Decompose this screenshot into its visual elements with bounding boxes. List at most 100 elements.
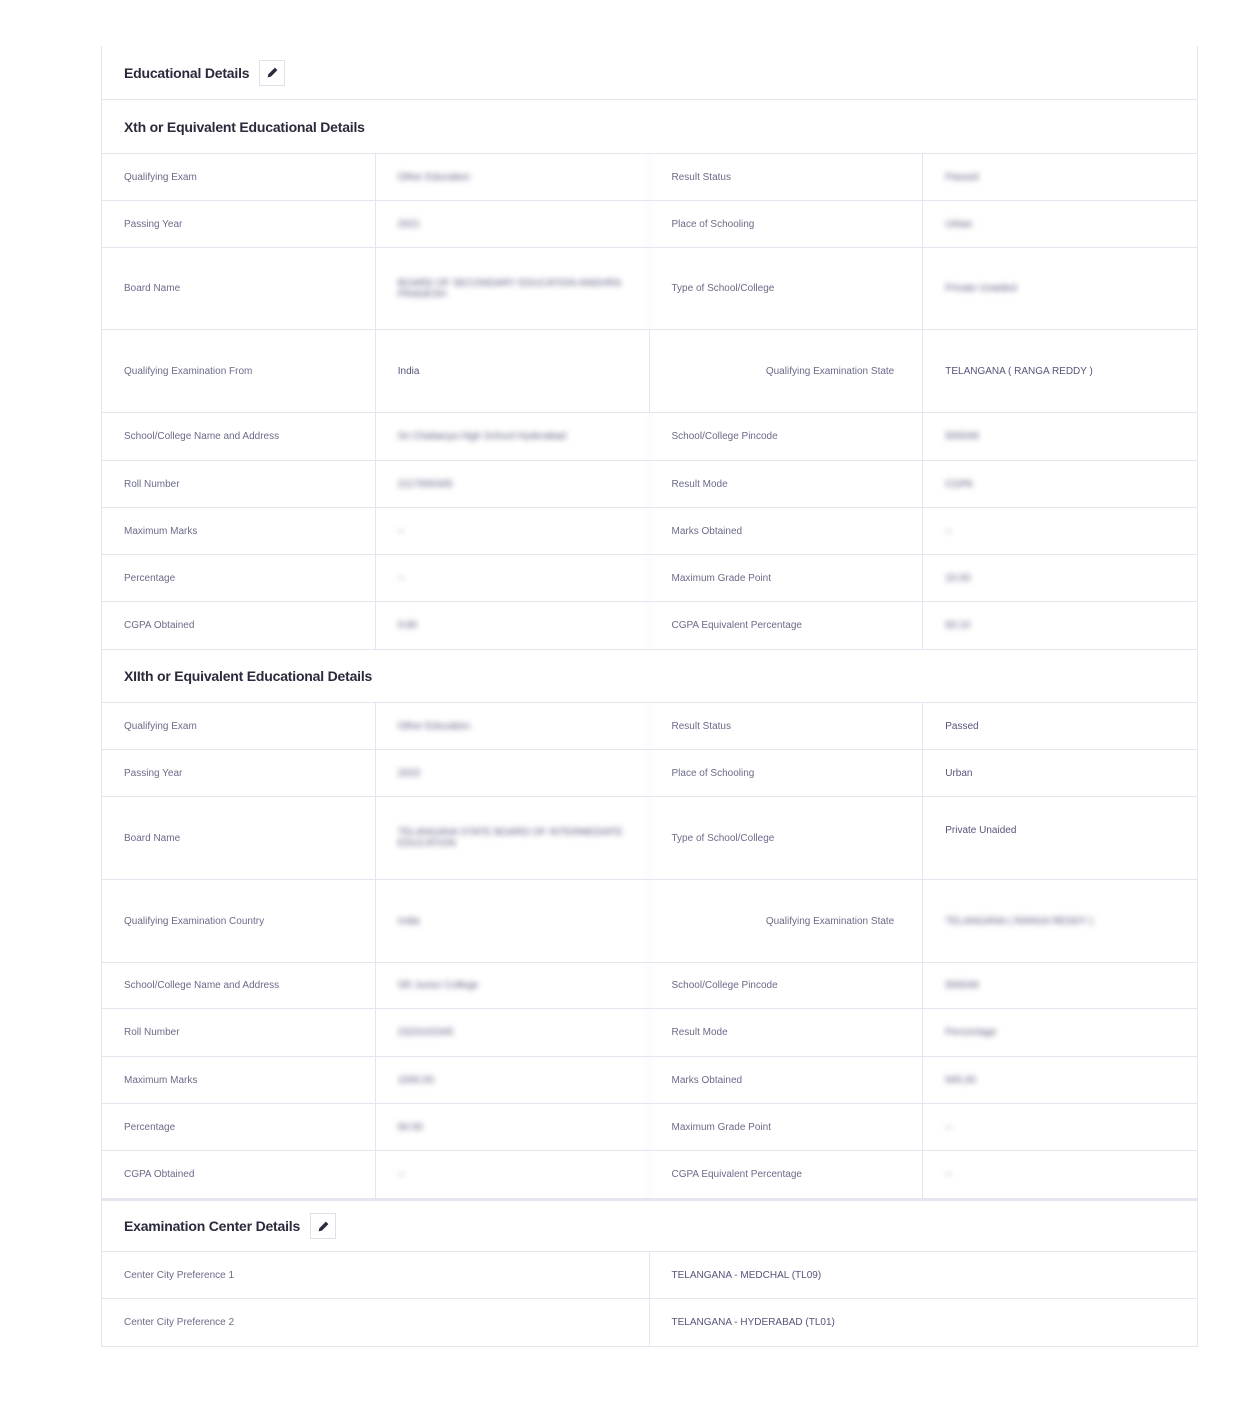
field-label: Qualifying Examination State bbox=[650, 880, 924, 962]
details-panel: Educational Details Xth or Equivalent Ed… bbox=[101, 46, 1198, 1347]
field-label: School/College Name and Address bbox=[102, 413, 376, 460]
table-row: CGPA Obtained 9.80 CGPA Equivalent Perce… bbox=[102, 602, 1197, 649]
field-label: Marks Obtained bbox=[650, 508, 924, 554]
table-row: Qualifying Exam Other Education Result S… bbox=[102, 154, 1197, 201]
table-row: Percentage -- Maximum Grade Point 10.00 bbox=[102, 555, 1197, 602]
table-row: CGPA Obtained -- CGPA Equivalent Percent… bbox=[102, 1151, 1197, 1198]
table-row: Qualifying Examination Country India Qua… bbox=[102, 880, 1197, 963]
field-value: CGPA bbox=[945, 478, 973, 490]
field-value: Percentage bbox=[945, 1027, 997, 1038]
field-value: 93.10 bbox=[945, 620, 971, 631]
field-label: Qualifying Examination From bbox=[102, 330, 376, 412]
field-label: Board Name bbox=[102, 248, 376, 329]
field-value: Passed bbox=[945, 720, 979, 732]
field-value: 500049 bbox=[945, 431, 979, 442]
field-label: School/College Pincode bbox=[650, 963, 924, 1008]
educational-details-header: Educational Details bbox=[102, 46, 1197, 100]
field-value: 2117600345 bbox=[376, 461, 650, 507]
field-label: Result Mode bbox=[650, 1009, 924, 1056]
field-value: 500049 bbox=[945, 980, 979, 991]
field-value: TELANGANA ( RANGA REDDY ) bbox=[945, 365, 1093, 377]
table-row: School/College Name and Address SR Junio… bbox=[102, 963, 1197, 1009]
field-label: Marks Obtained bbox=[650, 1057, 924, 1103]
table-row: Board Name TELANGANA STATE BOARD OF INTE… bbox=[102, 797, 1197, 880]
field-value: 10.00 bbox=[945, 572, 971, 584]
table-row: Roll Number 2117600345 Result Mode CGPA bbox=[102, 461, 1197, 508]
field-value: TELANGANA - MEDCHAL (TL09) bbox=[671, 1269, 822, 1281]
field-value: Passed bbox=[945, 171, 979, 183]
field-label: Result Status bbox=[650, 154, 924, 200]
field-label: Center City Preference 1 bbox=[102, 1252, 650, 1298]
field-label: Roll Number bbox=[102, 1009, 376, 1056]
table-row: Qualifying Examination From India Qualif… bbox=[102, 330, 1197, 413]
field-value: 94.50 bbox=[376, 1104, 650, 1150]
table-row: Maximum Marks -- Marks Obtained -- bbox=[102, 508, 1197, 555]
field-label: Qualifying Exam bbox=[102, 703, 376, 749]
field-label: Result Status bbox=[650, 703, 924, 749]
field-value: 2023 bbox=[376, 750, 650, 796]
table-row: Passing Year 2021 Place of Schooling Urb… bbox=[102, 201, 1197, 248]
field-label: CGPA Obtained bbox=[102, 1151, 376, 1198]
field-value: BOARD OF SECONDARY EDUCATION ANDHRA PRAD… bbox=[376, 248, 650, 329]
field-label: Passing Year bbox=[102, 201, 376, 247]
field-value: SR Junior College bbox=[376, 963, 650, 1008]
edit-exam-center-button[interactable] bbox=[310, 1213, 337, 1239]
field-label: Type of School/College bbox=[650, 797, 924, 879]
field-value: Private Unaided bbox=[945, 283, 1017, 294]
pencil-icon bbox=[267, 67, 278, 78]
twelfth-details-table: Qualifying Exam Other Education Result S… bbox=[102, 703, 1197, 1198]
table-row: Center City Preference 2 TELANGANA - HYD… bbox=[102, 1299, 1197, 1346]
field-value: 1000.00 bbox=[376, 1057, 650, 1103]
field-value: -- bbox=[376, 1151, 650, 1198]
field-value: Other Education bbox=[376, 703, 650, 749]
field-value: -- bbox=[945, 525, 952, 537]
field-value: India bbox=[376, 330, 650, 412]
exam-center-header: Examination Center Details bbox=[102, 1198, 1197, 1252]
table-row: Maximum Marks 1000.00 Marks Obtained 945… bbox=[102, 1057, 1197, 1104]
field-value: -- bbox=[376, 508, 650, 554]
educational-details-title: Educational Details bbox=[124, 64, 250, 81]
field-value: TELANGANA STATE BOARD OF INTERMEDIATE ED… bbox=[376, 797, 650, 879]
table-row: Board Name BOARD OF SECONDARY EDUCATION … bbox=[102, 248, 1197, 330]
field-value: 2323102345 bbox=[376, 1009, 650, 1056]
field-label: Maximum Marks bbox=[102, 508, 376, 554]
table-row: School/College Name and Address Sri Chai… bbox=[102, 413, 1197, 461]
field-label: CGPA Obtained bbox=[102, 602, 376, 649]
table-row: Center City Preference 1 TELANGANA - MED… bbox=[102, 1252, 1197, 1299]
table-row: Passing Year 2023 Place of Schooling Urb… bbox=[102, 750, 1197, 797]
table-row: Percentage 94.50 Maximum Grade Point -- bbox=[102, 1104, 1197, 1151]
field-label: Result Mode bbox=[650, 461, 924, 507]
edit-educational-button[interactable] bbox=[259, 59, 286, 86]
field-label: Maximum Grade Point bbox=[650, 555, 924, 601]
field-label: Maximum Grade Point bbox=[650, 1104, 924, 1150]
field-value: Sri Chaitanya High School Hyderabad bbox=[376, 413, 650, 460]
pencil-icon bbox=[318, 1221, 328, 1231]
table-row: Roll Number 2323102345 Result Mode Perce… bbox=[102, 1009, 1197, 1057]
field-value: -- bbox=[376, 555, 650, 601]
exam-center-table: Center City Preference 1 TELANGANA - MED… bbox=[102, 1252, 1197, 1346]
field-label: Place of Schooling bbox=[650, 750, 924, 796]
field-label: Type of School/College bbox=[650, 248, 924, 329]
field-value: -- bbox=[945, 1121, 952, 1133]
field-label: School/College Pincode bbox=[650, 413, 924, 460]
field-value: 2021 bbox=[376, 201, 650, 247]
field-label: Percentage bbox=[102, 555, 376, 601]
field-value: Private Unaided bbox=[945, 825, 1017, 836]
field-value: TELANGANA - HYDERABAD (TL01) bbox=[671, 1317, 835, 1328]
field-label: Maximum Marks bbox=[102, 1057, 376, 1103]
field-value: TELANGANA ( RANGA REDDY ) bbox=[945, 915, 1093, 927]
tenth-details-header: Xth or Equivalent Educational Details bbox=[102, 100, 1197, 154]
field-label: Place of Schooling bbox=[650, 201, 924, 247]
field-value: Urban bbox=[945, 767, 973, 779]
twelfth-details-header: XIIth or Equivalent Educational Details bbox=[102, 649, 1197, 703]
twelfth-details-title: XIIth or Equivalent Educational Details bbox=[124, 668, 373, 684]
field-label: Qualifying Exam bbox=[102, 154, 376, 200]
field-label: Qualifying Examination State bbox=[650, 330, 924, 412]
field-value: -- bbox=[945, 1169, 952, 1180]
field-label: CGPA Equivalent Percentage bbox=[650, 1151, 924, 1198]
table-row: Qualifying Exam Other Education Result S… bbox=[102, 703, 1197, 750]
field-label: Percentage bbox=[102, 1104, 376, 1150]
field-label: Roll Number bbox=[102, 461, 376, 507]
field-label: School/College Name and Address bbox=[102, 963, 376, 1008]
exam-center-title: Examination Center Details bbox=[124, 1218, 301, 1234]
